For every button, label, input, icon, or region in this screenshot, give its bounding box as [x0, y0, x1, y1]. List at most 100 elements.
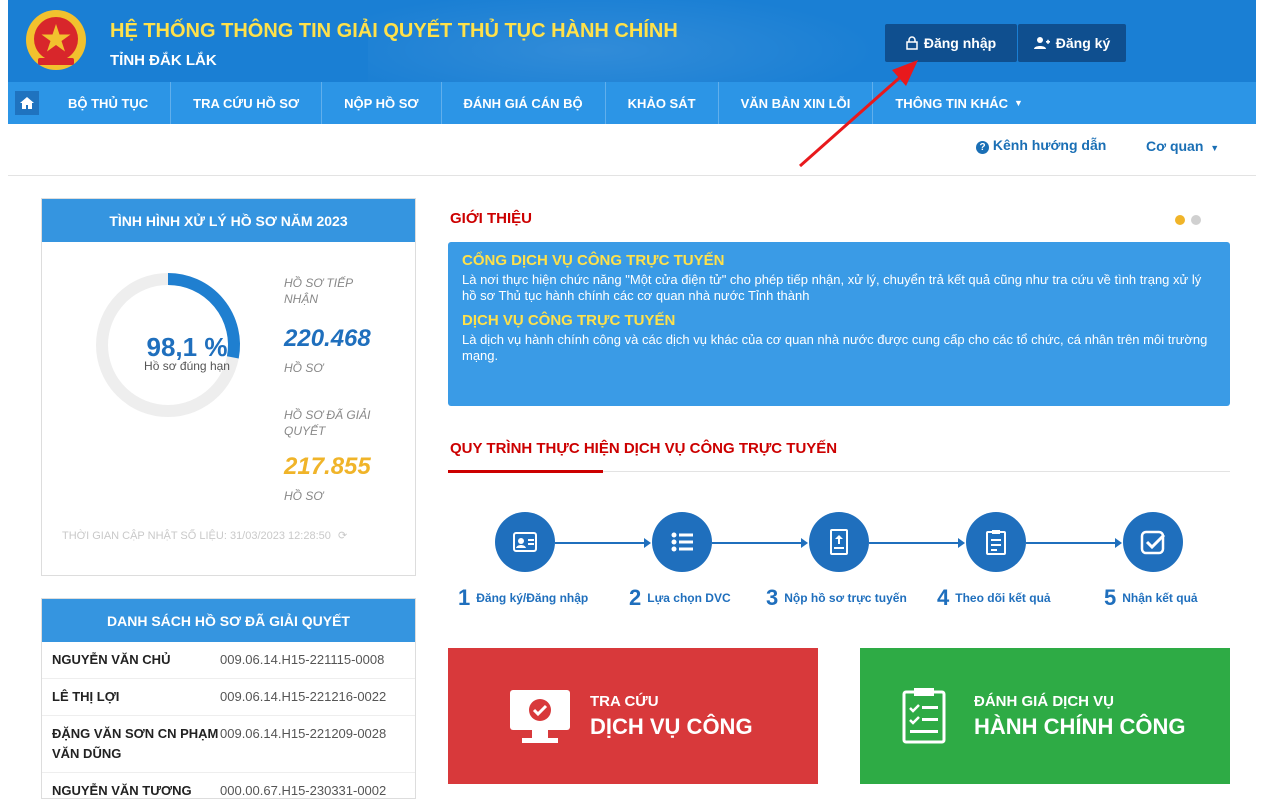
step-5-label: 5 Nhận kết quả — [1104, 585, 1198, 611]
step-3-circle — [809, 512, 869, 572]
carousel-dot-active[interactable] — [1175, 215, 1185, 225]
divider-accent — [448, 470, 603, 473]
clipboard-icon — [986, 530, 1006, 555]
step-1-number: 1 — [458, 585, 471, 610]
nav-item-survey[interactable]: KHẢO SÁT — [606, 82, 719, 124]
step-2-number: 2 — [629, 585, 642, 610]
nav-item-submit[interactable]: NỘP HỒ SƠ — [322, 82, 442, 124]
received-value: 220.468 — [284, 325, 371, 352]
step-4-circle — [966, 512, 1026, 572]
intro-box: CỔNG DỊCH VỤ CÔNG TRỰC TUYẾN Là nơi thực… — [448, 242, 1230, 406]
list-item-name: ĐẶNG VĂN SƠN CN PHẠM VĂN DŨNG — [52, 726, 219, 761]
list-item-code: 009.06.14.H15-221209-0028 — [220, 726, 387, 741]
step-4-label: 4 Theo dõi kết quả — [937, 585, 1051, 611]
step-3-label: 3 Nộp hồ sơ trực tuyến — [766, 585, 907, 611]
resolved-value: 217.855 — [284, 453, 371, 480]
step-1-text: Đăng ký/Đăng nhập — [476, 591, 589, 605]
nav-item-evaluate-staff[interactable]: ĐÁNH GIÁ CÁN BỘ — [442, 82, 606, 124]
list-item-code: 009.06.14.H15-221115-0008 — [220, 652, 385, 667]
list-icon — [671, 532, 693, 552]
site-header: HỆ THỐNG THÔNG TIN GIẢI QUYẾT THỦ TỤC HÀ… — [8, 0, 1256, 82]
nav-item-procedures[interactable]: BỘ THỦ TỤC — [46, 82, 172, 124]
lookup-service-button[interactable]: TRA CỨU DỊCH VỤ CÔNG — [448, 648, 818, 784]
stats-panel: TÌNH HÌNH XỬ LÝ HỒ SƠ NĂM 2023 98,1 % Hồ… — [41, 198, 416, 576]
received-unit: HỒ SƠ — [284, 361, 324, 375]
update-time: THỜI GIAN CẬP NHẬT SỐ LIỆU: 31/03/2023 1… — [62, 529, 347, 542]
nav-item-more-label: THÔNG TIN KHÁC — [895, 95, 1009, 111]
list-item[interactable]: NGUYỄN VĂN CHỦ 009.06.14.H15-221115-0008 — [42, 642, 415, 679]
id-card-icon — [513, 532, 537, 552]
agency-label: Cơ quan — [1146, 138, 1204, 154]
site-subtitle: TỈNH ĐẮK LẮK — [110, 52, 217, 69]
caret-down-icon: ▼ — [1210, 143, 1220, 153]
list-item-code: 000.00.67.H15-230331-0002 — [220, 783, 387, 798]
monitor-check-icon — [510, 690, 570, 743]
step-4-text: Theo dõi kết quả — [955, 591, 1051, 605]
register-label: Đăng ký — [1055, 35, 1111, 51]
carousel-dots — [1175, 215, 1201, 225]
login-button[interactable]: Đăng nhập — [885, 24, 1017, 62]
list-item[interactable]: ĐẶNG VĂN SƠN CN PHẠM VĂN DŨNG 009.06.14.H… — [42, 716, 415, 773]
step-connector — [869, 538, 965, 548]
received-label: HỒ SƠ TIẾP NHẬN — [284, 276, 353, 306]
agency-dropdown[interactable]: Cơ quan ▼ — [1146, 138, 1219, 154]
intro-heading-service: DỊCH VỤ CÔNG TRỰC TUYẾN — [462, 312, 676, 329]
carousel-dot[interactable] — [1191, 215, 1201, 225]
process-title: QUY TRÌNH THỰC HIỆN DỊCH VỤ CÔNG TRỰC TU… — [450, 440, 838, 457]
lookup-line-2: DỊCH VỤ CÔNG — [590, 713, 753, 739]
resolved-unit: HỒ SƠ — [284, 489, 324, 503]
user-plus-icon — [1033, 37, 1050, 49]
intro-text-portal: Là nơi thực hiện chức năng "Một cửa điện… — [462, 272, 1202, 303]
intro-text-service: Là dịch vụ hành chính công và các dịch v… — [462, 332, 1208, 363]
nav-home[interactable] — [8, 82, 46, 124]
step-3-number: 3 — [766, 585, 779, 610]
step-2-label: 2 Lựa chọn DVC — [629, 585, 731, 611]
step-connector — [555, 538, 651, 548]
register-button[interactable]: Đăng ký — [1018, 24, 1126, 62]
checklist-icon — [902, 688, 946, 744]
guide-label: Kênh hướng dẫn — [992, 137, 1107, 153]
evaluate-line-2: HÀNH CHÍNH CÔNG — [974, 713, 1186, 739]
step-2-text: Lựa chọn DVC — [647, 591, 731, 605]
nav-item-more-info[interactable]: THÔNG TIN KHÁC ▼ — [873, 82, 1045, 124]
step-1-circle — [495, 512, 555, 572]
step-2-circle — [652, 512, 712, 572]
stats-title: TÌNH HÌNH XỬ LÝ HỒ SƠ NĂM 2023 — [42, 199, 415, 242]
guide-link[interactable]: ? Kênh hướng dẫn — [976, 137, 1106, 154]
main-nav: BỘ THỦ TỤC TRA CỨU HỒ SƠ NỘP HỒ SƠ ĐÁNH … — [8, 82, 1256, 124]
list-item[interactable]: NGUYỄN VĂN TƯƠNG 000.00.67.H15-230331-000… — [42, 773, 415, 798]
check-square-icon — [1140, 530, 1166, 555]
update-time-text: THỜI GIAN CẬP NHẬT SỐ LIỆU: 31/03/2023 1… — [62, 530, 331, 542]
evaluate-service-text: ĐÁNH GIÁ DỊCH VỤ HÀNH CHÍNH CÔNG — [974, 693, 1185, 740]
refresh-icon[interactable]: ⟳ — [338, 530, 347, 542]
lock-icon — [906, 36, 918, 50]
intro-heading-portal: CỔNG DỊCH VỤ CÔNG TRỰC TUYẾN — [462, 252, 725, 269]
list-item[interactable]: LÊ THỊ LỢI 009.06.14.H15-221216-0022 — [42, 679, 415, 716]
list-item-name: NGUYỄN VĂN TƯƠNG — [52, 783, 192, 798]
home-icon — [20, 97, 34, 109]
evaluate-line-1: ĐÁNH GIÁ DỊCH VỤ — [974, 692, 1115, 710]
step-3-text: Nộp hồ sơ trực tuyến — [784, 591, 907, 605]
resolved-label: HỒ SƠ ĐÃ GIẢI QUYẾT — [284, 408, 371, 438]
lookup-line-1: TRA CỨU — [590, 692, 659, 710]
nav-item-lookup[interactable]: TRA CỨU HỒ SƠ — [171, 82, 323, 124]
caret-down-icon: ▼ — [1014, 98, 1023, 108]
upload-document-icon — [830, 529, 848, 555]
step-connector — [712, 538, 808, 548]
site-title: HỆ THỐNG THÔNG TIN GIẢI QUYẾT THỦ TỤC HÀ… — [110, 20, 678, 42]
intro-title: GIỚI THIỆU — [450, 210, 532, 227]
step-connector — [1026, 538, 1122, 548]
evaluate-service-button[interactable]: ĐÁNH GIÁ DỊCH VỤ HÀNH CHÍNH CÔNG — [860, 648, 1230, 784]
list-item-name: NGUYỄN VĂN CHỦ — [52, 652, 171, 667]
lookup-service-text: TRA CỨU DỊCH VỤ CÔNG — [590, 693, 753, 740]
step-4-number: 4 — [937, 585, 950, 610]
step-5-number: 5 — [1104, 585, 1117, 610]
step-1-label: 1 Đăng ký/Đăng nhập — [458, 585, 588, 611]
list-item-code: 009.06.14.H15-221216-0022 — [220, 689, 387, 704]
on-time-label: Hồ sơ đúng hạn — [144, 359, 230, 373]
question-circle-icon: ? — [976, 141, 989, 154]
resolved-list-panel: DANH SÁCH HỒ SƠ ĐÃ GIẢI QUYẾT NGUYỄN VĂN… — [41, 598, 416, 799]
resolved-list-title: DANH SÁCH HỒ SƠ ĐÃ GIẢI QUYẾT — [42, 599, 415, 642]
nav-item-apology-letters[interactable]: VĂN BẢN XIN LỖI — [719, 82, 874, 124]
list-item-name: LÊ THỊ LỢI — [52, 689, 120, 704]
